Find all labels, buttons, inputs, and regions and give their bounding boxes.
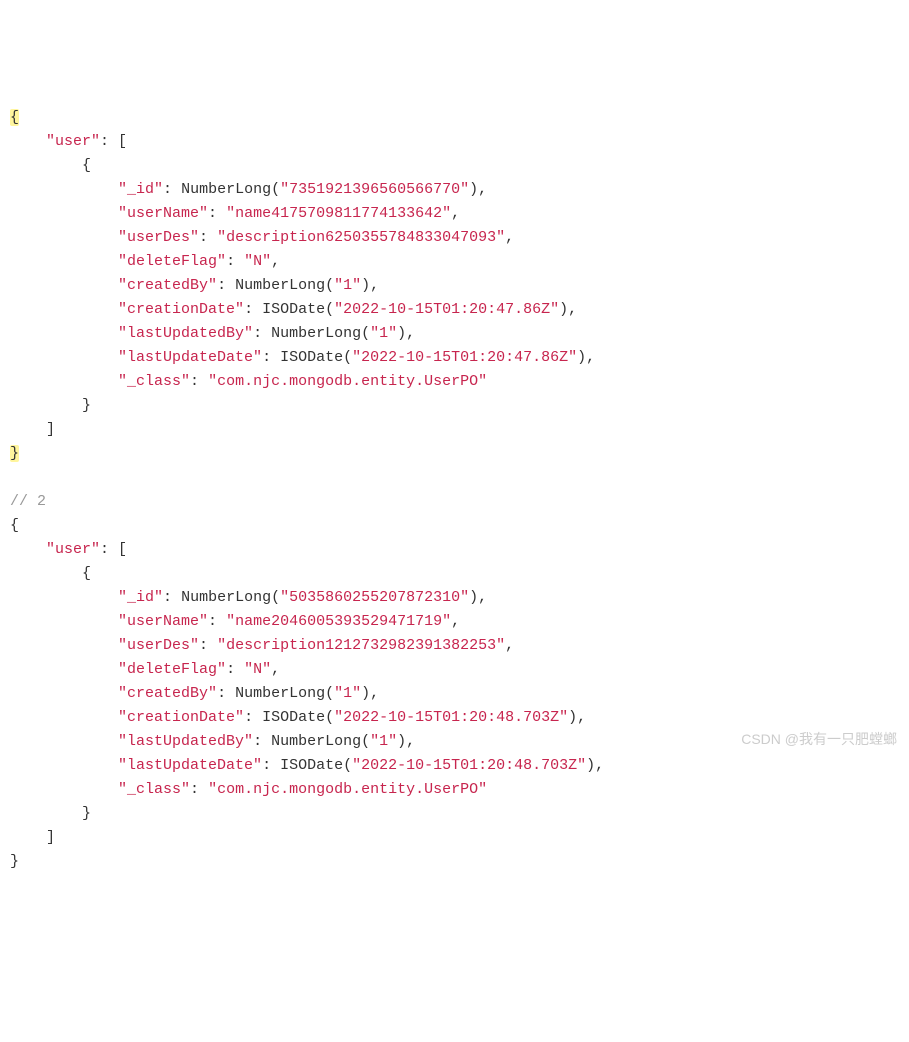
numberlong-fn: NumberLong( — [235, 685, 334, 702]
lastupdatedate-key-1: "lastUpdateDate" — [118, 349, 262, 366]
id-key-1: "_id" — [118, 181, 163, 198]
creationdate-val-1: "2022-10-15T01:20:47.86Z" — [334, 301, 559, 318]
id-val-2: "5035860255207872310" — [280, 589, 469, 606]
open-brace-1: { — [10, 109, 19, 126]
username-val-2: "name2046005393529471719" — [226, 613, 451, 630]
createdby-key-1: "createdBy" — [118, 277, 217, 294]
creationdate-key-2: "creationDate" — [118, 709, 244, 726]
class-val-1: "com.njc.mongodb.entity.UserPO" — [208, 373, 487, 390]
userdes-val-2: "description1212732982391382253" — [217, 637, 505, 654]
lastupdatedby-key-1: "lastUpdatedBy" — [118, 325, 253, 342]
deleteflag-val-2: "N" — [244, 661, 271, 678]
class-key-1: "_class" — [118, 373, 190, 390]
code-block: { "user": [ { "_id": NumberLong("7351921… — [10, 106, 899, 874]
deleteflag-key-1: "deleteFlag" — [118, 253, 226, 270]
user-key-1: "user" — [46, 133, 100, 150]
lastupdatedby-val-1: "1" — [370, 325, 397, 342]
lastupdatedby-val-2: "1" — [370, 733, 397, 750]
creationdate-key-1: "creationDate" — [118, 301, 244, 318]
class-val-2: "com.njc.mongodb.entity.UserPO" — [208, 781, 487, 798]
isodate-fn: ISODate( — [262, 301, 334, 318]
userdes-key-1: "userDes" — [118, 229, 199, 246]
username-key-2: "userName" — [118, 613, 208, 630]
numberlong-fn: NumberLong( — [271, 733, 370, 750]
lastupdatedate-val-2: "2022-10-15T01:20:48.703Z" — [352, 757, 586, 774]
close-brace-1: } — [10, 445, 19, 462]
lastupdatedate-val-1: "2022-10-15T01:20:47.86Z" — [352, 349, 577, 366]
userdes-val-1: "description6250355784833047093" — [217, 229, 505, 246]
username-val-1: "name4175709811774133642" — [226, 205, 451, 222]
numberlong-fn: NumberLong( — [181, 589, 280, 606]
isodate-fn: ISODate( — [262, 709, 334, 726]
deleteflag-key-2: "deleteFlag" — [118, 661, 226, 678]
comment-2: // 2 — [10, 493, 46, 510]
lastupdatedby-key-2: "lastUpdatedBy" — [118, 733, 253, 750]
isodate-fn: ISODate( — [280, 349, 352, 366]
id-val-1: "7351921396560566770" — [280, 181, 469, 198]
createdby-val-1: "1" — [334, 277, 361, 294]
deleteflag-val-1: "N" — [244, 253, 271, 270]
numberlong-fn: NumberLong( — [271, 325, 370, 342]
createdby-val-2: "1" — [334, 685, 361, 702]
userdes-key-2: "userDes" — [118, 637, 199, 654]
class-key-2: "_class" — [118, 781, 190, 798]
lastupdatedate-key-2: "lastUpdateDate" — [118, 757, 262, 774]
username-key-1: "userName" — [118, 205, 208, 222]
watermark: CSDN @我有一只肥螳螂 — [741, 728, 897, 750]
id-key-2: "_id" — [118, 589, 163, 606]
createdby-key-2: "createdBy" — [118, 685, 217, 702]
numberlong-fn: NumberLong( — [181, 181, 280, 198]
numberlong-fn: NumberLong( — [235, 277, 334, 294]
isodate-fn: ISODate( — [280, 757, 352, 774]
user-key-2: "user" — [46, 541, 100, 558]
creationdate-val-2: "2022-10-15T01:20:48.703Z" — [334, 709, 568, 726]
